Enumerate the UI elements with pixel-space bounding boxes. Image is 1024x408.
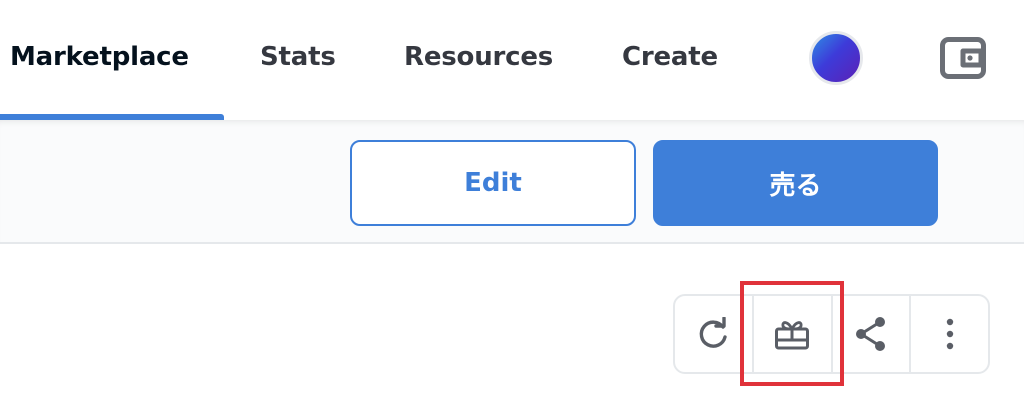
gift-button[interactable] xyxy=(754,296,833,372)
nav-item-stats[interactable]: Stats xyxy=(260,40,336,74)
nav-item-create[interactable]: Create xyxy=(622,40,718,74)
nav-item-marketplace[interactable]: Marketplace xyxy=(10,40,189,74)
top-navigation: Marketplace Stats Resources Create xyxy=(0,0,1024,120)
more-vertical-icon xyxy=(946,318,953,350)
nav-item-resources[interactable]: Resources xyxy=(404,40,553,74)
profile-avatar[interactable] xyxy=(809,31,863,85)
share-button[interactable] xyxy=(833,296,912,372)
asset-icon-toolbar xyxy=(673,294,990,374)
refresh-button[interactable] xyxy=(675,296,754,372)
asset-action-bar: Edit 売る xyxy=(0,120,1024,244)
more-options-button[interactable] xyxy=(911,296,988,372)
edit-button[interactable]: Edit xyxy=(350,140,636,226)
share-icon xyxy=(855,317,885,351)
wallet-icon[interactable] xyxy=(940,37,986,79)
gift-icon xyxy=(775,321,810,350)
sell-button[interactable]: 売る xyxy=(653,140,938,226)
refresh-icon xyxy=(700,317,728,348)
